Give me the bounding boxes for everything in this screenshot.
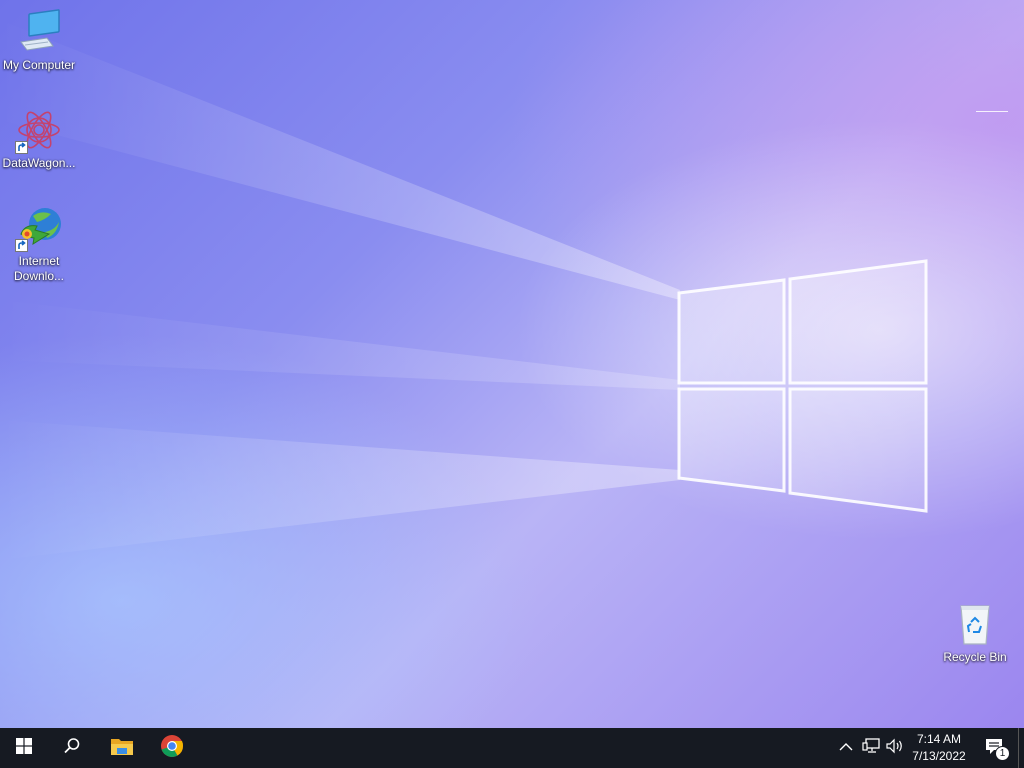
network-icon [862,737,880,759]
desktop-icon-label: Recycle Bin [943,650,1007,664]
search-icon [63,737,81,760]
desktop-icon-recycle-bin[interactable]: Recycle Bin [937,600,1013,665]
desktop-icon-label: DataWagon... [2,156,76,170]
notification-count-badge: 1 [995,746,1010,761]
desktop-icon-label: My Computer [2,58,76,72]
datawagon-app-icon [15,106,63,154]
file-explorer-icon [110,736,134,761]
search-button[interactable] [48,728,96,768]
clock-date: 7/13/2022 [912,749,966,763]
file-explorer-button[interactable] [98,728,146,768]
desktop-icon-label: Internet Downlo... [13,254,65,283]
start-button[interactable] [0,728,48,768]
windows-wallpaper-logo [677,259,928,513]
computer-icon [15,8,63,56]
system-clock[interactable]: 7:14 AM 7/13/2022 [906,731,972,765]
chrome-icon [160,734,184,763]
volume-icon [886,738,904,759]
wallpaper-line [976,111,1008,112]
volume-tray-button[interactable] [885,738,905,758]
shortcut-arrow-icon [15,141,28,154]
show-hidden-icons-button[interactable] [836,738,856,758]
chrome-button[interactable] [148,728,196,768]
chevron-up-icon [839,739,853,757]
desktop-icon-internet-download-manager[interactable]: Internet Downlo... [1,204,77,284]
shortcut-arrow-icon [15,239,28,252]
taskbar: 7:14 AM 7/13/2022 1 [0,728,1024,768]
action-center-button[interactable]: 1 [978,728,1014,768]
desktop-icon-my-computer[interactable]: My Computer [1,8,77,73]
windows-start-icon [16,737,32,759]
desktop-icon-datawagon[interactable]: DataWagon... [1,106,77,171]
desktop[interactable]: My Computer DataWagon... Internet Downlo… [0,0,1024,728]
notification-icon: 1 [985,737,1010,761]
network-tray-button[interactable] [861,737,881,759]
recycle-bin-icon [951,600,999,648]
show-desktop-button[interactable] [1018,728,1024,768]
clock-time: 7:14 AM [916,732,962,746]
internet-download-manager-icon [15,204,63,252]
